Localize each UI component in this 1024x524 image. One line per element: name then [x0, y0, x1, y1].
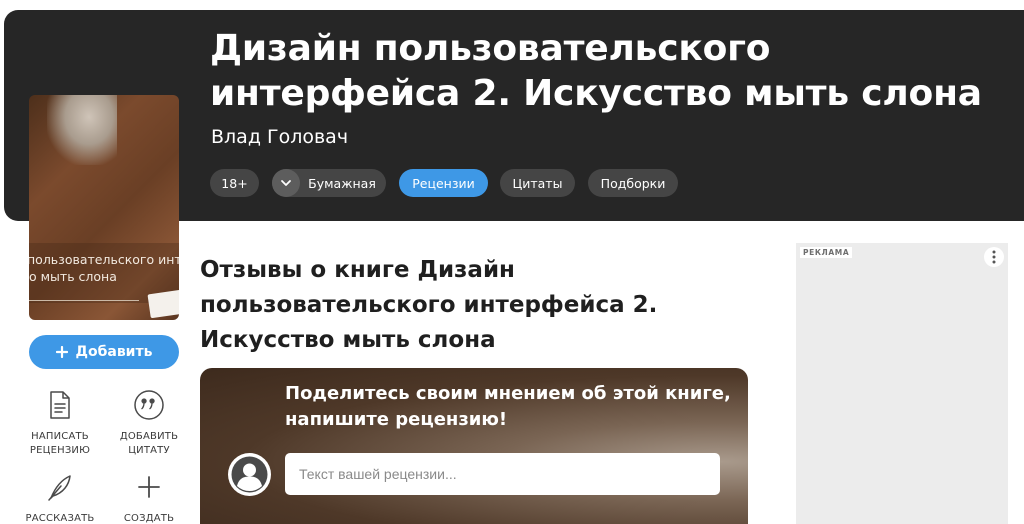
avatar [228, 453, 271, 496]
quote-icon [104, 388, 194, 422]
tab-collections[interactable]: Подборки [588, 169, 678, 197]
tell-label: РАССКАЗАТЬ [25, 513, 95, 524]
write-review-card: Поделитесь своим мнением об этой книге, … [200, 368, 748, 524]
feather-icon [15, 470, 105, 504]
add-quote-action[interactable]: ДОБАВИТЬ ЦИТАТУ [104, 388, 194, 458]
create-action[interactable]: СОЗДАТЬ [104, 470, 194, 524]
author-link[interactable]: Влад Головач [211, 126, 348, 148]
format-label: Бумажная [308, 175, 376, 191]
age-rating-chip: 18+ [210, 169, 259, 197]
tab-reviews[interactable]: Рецензии [399, 169, 488, 197]
user-icon [231, 456, 268, 493]
cover-divider [29, 300, 139, 301]
cover-sticker [147, 289, 179, 319]
cover-title-line: пользовательского интерф [29, 252, 179, 267]
write-review-action[interactable]: НАПИСАТЬ РЕЦЕНЗИЮ [15, 388, 105, 458]
add-quote-label: ДОБАВИТЬ ЦИТАТУ [119, 431, 179, 456]
plus-icon [55, 346, 68, 358]
add-button-label: Добавить [75, 344, 153, 360]
more-options-icon[interactable] [984, 247, 1004, 267]
plus-icon [104, 470, 194, 504]
document-icon [15, 388, 105, 422]
review-text-input[interactable] [285, 453, 720, 495]
reviews-heading: Отзывы о книге Дизайн пользовательского … [200, 257, 658, 353]
ad-banner[interactable]: РЕКЛАМА [796, 243, 1008, 524]
book-cover[interactable]: пользовательского интерф о мыть слона [29, 95, 179, 320]
chevron-down-icon [272, 169, 300, 197]
tab-quotes[interactable]: Цитаты [500, 169, 575, 197]
cover-art [47, 95, 117, 165]
create-label: СОЗДАТЬ [123, 513, 175, 524]
format-dropdown[interactable]: Бумажная [272, 169, 386, 197]
book-title: Дизайн пользовательского интерфейса 2. И… [210, 28, 982, 114]
cover-title-line: о мыть слона [29, 269, 117, 284]
tell-action[interactable]: РАССКАЗАТЬ [15, 470, 105, 524]
ad-label: РЕКЛАМА [800, 247, 853, 258]
add-to-shelf-button[interactable]: Добавить [29, 335, 179, 369]
write-review-label: НАПИСАТЬ РЕЦЕНЗИЮ [29, 431, 91, 456]
write-review-prompt: Поделитесь своим мнением об этой книге, … [285, 383, 731, 430]
